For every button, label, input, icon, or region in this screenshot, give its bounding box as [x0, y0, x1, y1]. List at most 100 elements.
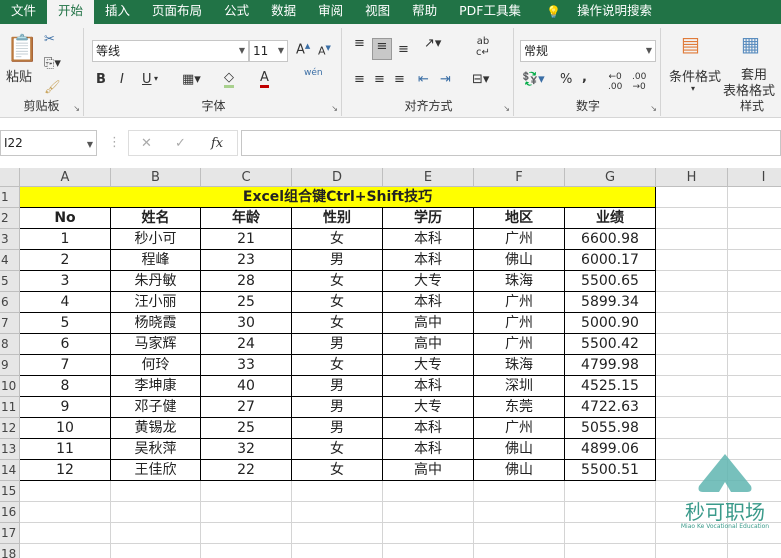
- data-cell[interactable]: 2: [20, 250, 111, 271]
- cell[interactable]: [728, 418, 781, 439]
- data-cell[interactable]: 4799.98: [565, 355, 656, 376]
- accounting-icon[interactable]: 💱▾: [522, 72, 545, 87]
- data-cell[interactable]: 男: [292, 376, 383, 397]
- cell[interactable]: [111, 523, 201, 544]
- row-header-2[interactable]: 2: [0, 208, 20, 229]
- enter-icon[interactable]: ✓: [175, 134, 186, 154]
- data-cell[interactable]: 27: [201, 397, 292, 418]
- data-cell[interactable]: 高中: [383, 313, 474, 334]
- cell[interactable]: [728, 334, 781, 355]
- dialog-launcher-icon[interactable]: ↘: [73, 104, 80, 113]
- data-cell[interactable]: 21: [201, 229, 292, 250]
- cell[interactable]: [292, 481, 383, 502]
- header-cell[interactable]: No: [20, 208, 111, 229]
- column-header-I[interactable]: I: [728, 168, 781, 187]
- decrease-font-icon[interactable]: A▼: [318, 44, 331, 58]
- row-header-14[interactable]: 14: [0, 460, 20, 481]
- data-cell[interactable]: 本科: [383, 229, 474, 250]
- data-cell[interactable]: 11: [20, 439, 111, 460]
- cell[interactable]: [728, 229, 781, 250]
- cell[interactable]: [656, 544, 728, 558]
- data-cell[interactable]: 8: [20, 376, 111, 397]
- column-header-E[interactable]: E: [383, 168, 474, 187]
- data-cell[interactable]: 本科: [383, 250, 474, 271]
- data-cell[interactable]: 28: [201, 271, 292, 292]
- cell[interactable]: [383, 544, 474, 558]
- cell[interactable]: [656, 334, 728, 355]
- row-header-16[interactable]: 16: [0, 502, 20, 523]
- decrease-indent-icon[interactable]: ⇤: [418, 72, 429, 87]
- cell[interactable]: [474, 502, 565, 523]
- conditional-format-button[interactable]: 条件格式: [669, 66, 721, 85]
- cell[interactable]: [292, 544, 383, 558]
- data-cell[interactable]: 大专: [383, 271, 474, 292]
- select-all-button[interactable]: [0, 168, 20, 187]
- font-name-select[interactable]: 等线 ▼: [92, 40, 249, 62]
- data-cell[interactable]: 吴秋萍: [111, 439, 201, 460]
- cell[interactable]: [201, 481, 292, 502]
- data-cell[interactable]: 3: [20, 271, 111, 292]
- data-cell[interactable]: 32: [201, 439, 292, 460]
- data-cell[interactable]: 4: [20, 292, 111, 313]
- cell[interactable]: [656, 292, 728, 313]
- data-cell[interactable]: 女: [292, 460, 383, 481]
- dialog-launcher-icon[interactable]: ↘: [503, 104, 510, 113]
- cell[interactable]: [728, 313, 781, 334]
- row-header-1[interactable]: 1: [0, 187, 20, 208]
- data-cell[interactable]: 女: [292, 292, 383, 313]
- align-top-icon[interactable]: ≡: [354, 36, 365, 51]
- tab-9[interactable]: PDF工具集: [448, 0, 532, 24]
- cell[interactable]: [728, 271, 781, 292]
- cell[interactable]: [474, 481, 565, 502]
- font-size-select[interactable]: 11 ▼: [249, 40, 288, 62]
- data-cell[interactable]: 邓子健: [111, 397, 201, 418]
- data-cell[interactable]: 大专: [383, 355, 474, 376]
- copy-icon[interactable]: ⎘▾: [44, 56, 61, 71]
- data-cell[interactable]: 4525.15: [565, 376, 656, 397]
- row-header-8[interactable]: 8: [0, 334, 20, 355]
- tab-1[interactable]: 开始: [47, 0, 95, 24]
- cell[interactable]: [474, 544, 565, 558]
- format-painter-icon[interactable]: 🖌: [44, 80, 61, 95]
- data-cell[interactable]: 李坤康: [111, 376, 201, 397]
- cell[interactable]: [111, 481, 201, 502]
- data-cell[interactable]: 23: [201, 250, 292, 271]
- paste-button[interactable]: 粘贴: [6, 66, 32, 85]
- cell[interactable]: [656, 187, 728, 208]
- data-cell[interactable]: 5000.90: [565, 313, 656, 334]
- data-cell[interactable]: 男: [292, 250, 383, 271]
- data-cell[interactable]: 王佳欣: [111, 460, 201, 481]
- cell[interactable]: [20, 502, 111, 523]
- data-cell[interactable]: 大专: [383, 397, 474, 418]
- cell[interactable]: [383, 481, 474, 502]
- data-cell[interactable]: 24: [201, 334, 292, 355]
- row-header-10[interactable]: 10: [0, 376, 20, 397]
- data-cell[interactable]: 深圳: [474, 376, 565, 397]
- data-cell[interactable]: 10: [20, 418, 111, 439]
- header-cell[interactable]: 学历: [383, 208, 474, 229]
- cell[interactable]: [565, 523, 656, 544]
- data-cell[interactable]: 广州: [474, 292, 565, 313]
- tab-6[interactable]: 审阅: [307, 0, 354, 24]
- cell[interactable]: [201, 544, 292, 558]
- tab-4[interactable]: 公式: [213, 0, 260, 24]
- phonetic-button[interactable]: wén: [304, 68, 323, 78]
- cell[interactable]: [656, 250, 728, 271]
- insert-function-button[interactable]: fx: [211, 134, 223, 154]
- cell[interactable]: [111, 544, 201, 558]
- data-cell[interactable]: 黄锡龙: [111, 418, 201, 439]
- data-cell[interactable]: 25: [201, 292, 292, 313]
- bold-button[interactable]: B: [96, 72, 106, 87]
- tab-5[interactable]: 数据: [260, 0, 307, 24]
- font-color-icon[interactable]: A: [260, 70, 269, 88]
- fill-color-icon[interactable]: ◇: [224, 70, 234, 88]
- cell[interactable]: [292, 502, 383, 523]
- merge-center-icon[interactable]: ⊟▾: [472, 72, 489, 87]
- row-header-5[interactable]: 5: [0, 271, 20, 292]
- cell[interactable]: [728, 250, 781, 271]
- cancel-icon[interactable]: ✕: [141, 134, 152, 154]
- conditional-format-icon[interactable]: ▤: [681, 32, 700, 56]
- tab-0[interactable]: 文件: [0, 0, 47, 24]
- data-cell[interactable]: 何玲: [111, 355, 201, 376]
- cell[interactable]: [656, 397, 728, 418]
